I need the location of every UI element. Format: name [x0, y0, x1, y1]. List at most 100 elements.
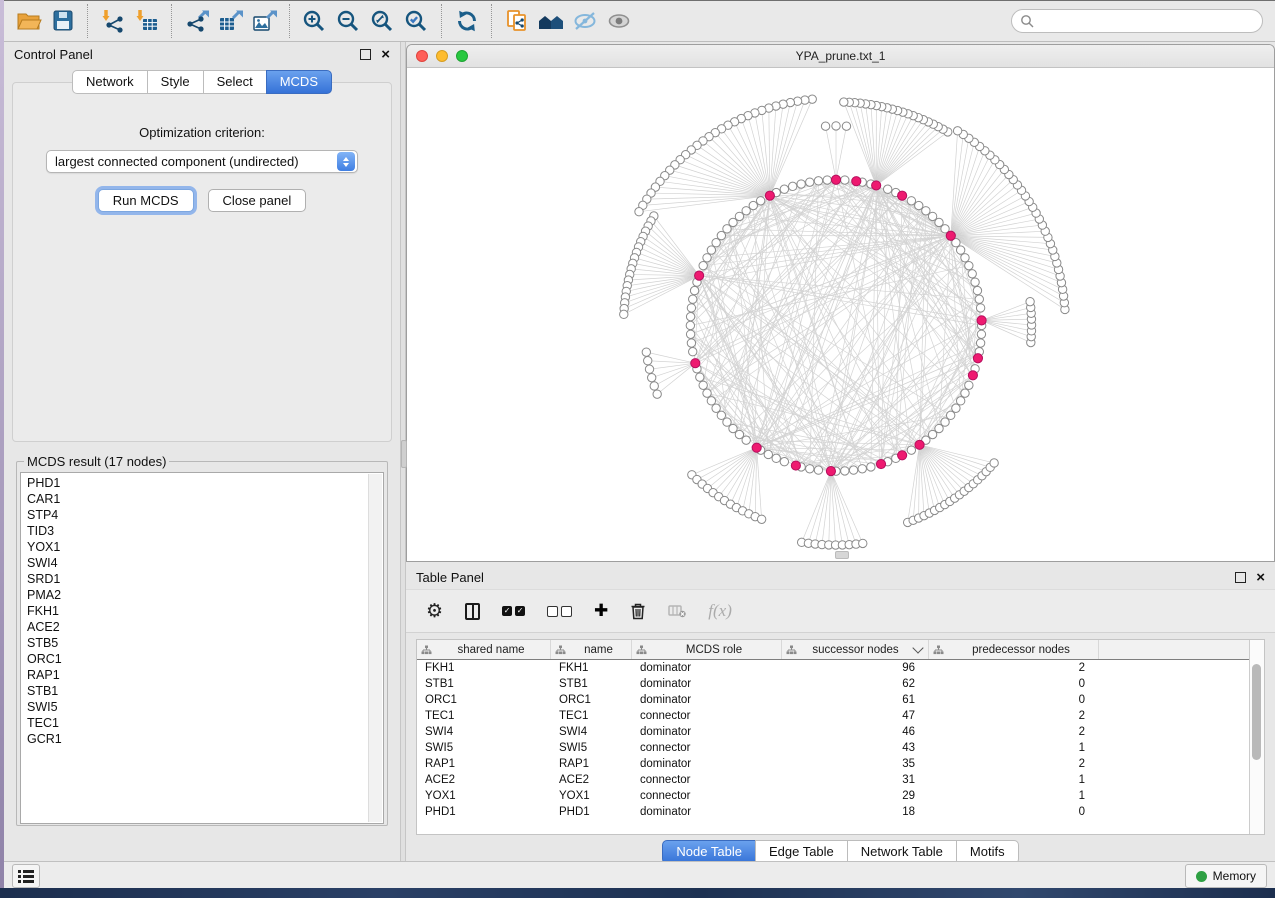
tab-style[interactable]: Style	[147, 70, 204, 94]
delete-table-icon[interactable]	[668, 604, 686, 618]
leaf-node[interactable]	[647, 373, 655, 381]
ring-node[interactable]	[772, 454, 780, 462]
delete-column-trash-icon[interactable]	[630, 602, 646, 620]
ring-node[interactable]	[975, 295, 983, 303]
ring-node[interactable]	[788, 182, 796, 190]
ring-node[interactable]	[961, 389, 969, 397]
ring-node[interactable]	[703, 254, 711, 262]
mcds-node-item[interactable]: GCR1	[27, 731, 383, 747]
import-table-icon[interactable]	[130, 5, 164, 37]
export-image-icon[interactable]	[248, 5, 282, 37]
ring-node[interactable]	[687, 304, 695, 312]
ring-node[interactable]	[717, 411, 725, 419]
ring-node[interactable]	[712, 404, 720, 412]
ring-node[interactable]	[841, 176, 849, 184]
mcds-node-item[interactable]: TID3	[27, 523, 383, 539]
mcds-node-ACE2[interactable]	[691, 359, 700, 368]
network-canvas[interactable]	[407, 68, 1274, 561]
mcds-node-item[interactable]: YOX1	[27, 539, 383, 555]
split-divider-handle-bottom[interactable]	[835, 551, 849, 559]
table-row[interactable]: RAP1RAP1dominator352	[417, 756, 1264, 772]
mcds-node-CAR1[interactable]	[852, 177, 861, 186]
search-field[interactable]	[1011, 9, 1263, 33]
mcds-node-PHD1[interactable]	[977, 316, 986, 325]
close-panel-icon[interactable]: ×	[381, 50, 390, 59]
mcds-node-item[interactable]: STB5	[27, 635, 383, 651]
export-table-icon[interactable]	[214, 5, 248, 37]
table-scrollbar[interactable]	[1249, 640, 1264, 834]
ring-node[interactable]	[915, 201, 923, 209]
ring-node[interactable]	[699, 381, 707, 389]
mcds-node-TID3[interactable]	[973, 354, 982, 363]
mcds-node-ORC1[interactable]	[765, 191, 774, 200]
mcds-node-item[interactable]: ORC1	[27, 651, 383, 667]
mcds-node-SWI4[interactable]	[695, 271, 704, 280]
close-table-panel-icon[interactable]: ×	[1256, 573, 1265, 582]
mcds-node-item[interactable]: STP4	[27, 507, 383, 523]
ring-node[interactable]	[780, 185, 788, 193]
mcds-node-STB1[interactable]	[872, 181, 881, 190]
ring-node[interactable]	[965, 261, 973, 269]
ring-node[interactable]	[780, 458, 788, 466]
leaf-node[interactable]	[620, 310, 628, 318]
ring-node[interactable]	[956, 397, 964, 405]
ring-node[interactable]	[823, 176, 831, 184]
ring-node[interactable]	[971, 278, 979, 286]
leaf-node[interactable]	[642, 348, 650, 356]
ring-node[interactable]	[841, 467, 849, 475]
ring-node[interactable]	[952, 404, 960, 412]
table-row[interactable]: SWI4SWI4dominator462	[417, 724, 1264, 740]
refresh-icon[interactable]	[450, 5, 484, 37]
hide-selected-eye-slash-icon[interactable]	[568, 5, 602, 37]
ring-node[interactable]	[806, 178, 814, 186]
ring-node[interactable]	[712, 239, 720, 247]
network-window-titlebar[interactable]: YPA_prune.txt_1	[407, 45, 1274, 68]
mcds-node-PMA2[interactable]	[791, 461, 800, 470]
duplicate-network-icon[interactable]	[500, 5, 534, 37]
memory-button[interactable]: Memory	[1185, 864, 1267, 888]
leaf-node[interactable]	[832, 122, 840, 130]
leaf-node[interactable]	[1026, 297, 1034, 305]
leaf-node[interactable]	[653, 390, 661, 398]
ring-node[interactable]	[797, 180, 805, 188]
table-settings-gear-icon[interactable]: ⚙	[426, 602, 443, 621]
ring-node[interactable]	[742, 207, 750, 215]
column-header-name[interactable]: name	[551, 640, 632, 659]
show-all-eye-icon[interactable]	[602, 5, 636, 37]
table-row[interactable]: ORC1ORC1dominator610	[417, 692, 1264, 708]
ring-node[interactable]	[687, 339, 695, 347]
run-mcds-button[interactable]: Run MCDS	[98, 189, 194, 212]
split-divider-vertical[interactable]	[400, 42, 406, 861]
ring-node[interactable]	[973, 286, 981, 294]
tab-select[interactable]: Select	[203, 70, 267, 94]
ring-node[interactable]	[707, 397, 715, 405]
leaf-node[interactable]	[821, 122, 829, 130]
ring-node[interactable]	[814, 177, 822, 185]
open-folder-icon[interactable]	[12, 5, 46, 37]
mcds-node-item[interactable]: STB1	[27, 683, 383, 699]
mcds-node-item[interactable]: TEC1	[27, 715, 383, 731]
leaf-node[interactable]	[635, 208, 643, 216]
mcds-node-item[interactable]: CAR1	[27, 491, 383, 507]
table-row[interactable]: YOX1YOX1connector291	[417, 788, 1264, 804]
select-all-checkboxes-icon[interactable]: ✓✓	[502, 606, 525, 616]
ring-node[interactable]	[689, 348, 697, 356]
import-network-icon[interactable]	[96, 5, 130, 37]
ring-node[interactable]	[764, 450, 772, 458]
ring-node[interactable]	[977, 330, 985, 338]
ring-node[interactable]	[686, 330, 694, 338]
ring-node[interactable]	[749, 201, 757, 209]
ring-node[interactable]	[849, 466, 857, 474]
mcds-node-TEC1[interactable]	[752, 443, 761, 452]
ring-node[interactable]	[707, 246, 715, 254]
ring-node[interactable]	[806, 465, 814, 473]
mcds-node-item[interactable]: SRD1	[27, 571, 383, 587]
mcds-node-SRD1[interactable]	[968, 371, 977, 380]
zoom-fit-icon[interactable]	[366, 5, 400, 37]
table-scrollbar-thumb[interactable]	[1252, 664, 1261, 760]
mcds-node-item[interactable]: PMA2	[27, 587, 383, 603]
ring-node[interactable]	[883, 185, 891, 193]
ring-node[interactable]	[686, 321, 694, 329]
mcds-node-STP4[interactable]	[898, 191, 907, 200]
ring-node[interactable]	[976, 304, 984, 312]
